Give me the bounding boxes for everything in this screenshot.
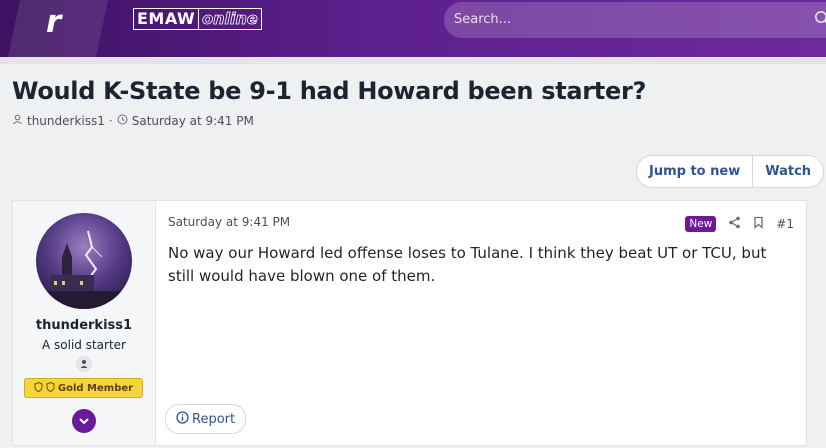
post-body: No way our Howard led offense loses to T… [168, 244, 767, 285]
brand-online: online [199, 8, 262, 30]
badge-label: Gold Member [57, 382, 134, 394]
thread-author[interactable]: thunderkiss1 [27, 114, 105, 128]
user-title: A solid starter [42, 338, 126, 352]
post-card: thunderkiss1 A solid starter Gold Member… [12, 200, 807, 446]
thread-meta: thunderkiss1 · Saturday at 9:41 PM [12, 114, 254, 128]
search-input[interactable]: Search... [444, 2, 826, 38]
thread-action-group: Jump to new Watch [636, 155, 825, 188]
share-icon[interactable] [728, 214, 741, 233]
user-status-icon [76, 356, 92, 372]
report-button[interactable]: Report [165, 404, 247, 434]
clock-icon [117, 114, 128, 128]
search-icon[interactable] [814, 10, 826, 32]
info-icon [176, 410, 189, 428]
emaw-online-logo[interactable]: EMAW online [133, 8, 262, 30]
post-number[interactable]: #1 [776, 217, 794, 231]
new-badge: New [685, 215, 717, 232]
chevron-down-icon [79, 418, 89, 425]
jump-to-new-button[interactable]: Jump to new [637, 156, 752, 187]
meta-separator: · [108, 114, 113, 128]
post-username[interactable]: thunderkiss1 [13, 318, 155, 333]
brand-emaw: EMAW [133, 8, 200, 30]
post-user-panel: thunderkiss1 A solid starter Gold Member [13, 201, 156, 445]
search-placeholder: Search... [454, 12, 512, 27]
user-icon [12, 114, 23, 128]
gold-member-badge: Gold Member [24, 378, 143, 398]
thread-date[interactable]: Saturday at 9:41 PM [132, 114, 254, 128]
report-label: Report [192, 411, 236, 427]
watch-button[interactable]: Watch [753, 156, 823, 187]
bookmark-icon[interactable] [753, 214, 764, 233]
avatar[interactable] [36, 213, 132, 309]
thread-title: Would K-State be 9-1 had Howard been sta… [12, 77, 647, 105]
site-header: r EMAW online Search... [0, 0, 826, 57]
shield-icon [46, 381, 55, 395]
site-logo[interactable]: r [46, 4, 61, 40]
expand-user-button[interactable] [72, 409, 96, 433]
post-date[interactable]: Saturday at 9:41 PM [168, 215, 290, 229]
post-actions: New #1 [685, 214, 794, 233]
header-divider [0, 57, 826, 64]
shield-icon [34, 381, 43, 395]
